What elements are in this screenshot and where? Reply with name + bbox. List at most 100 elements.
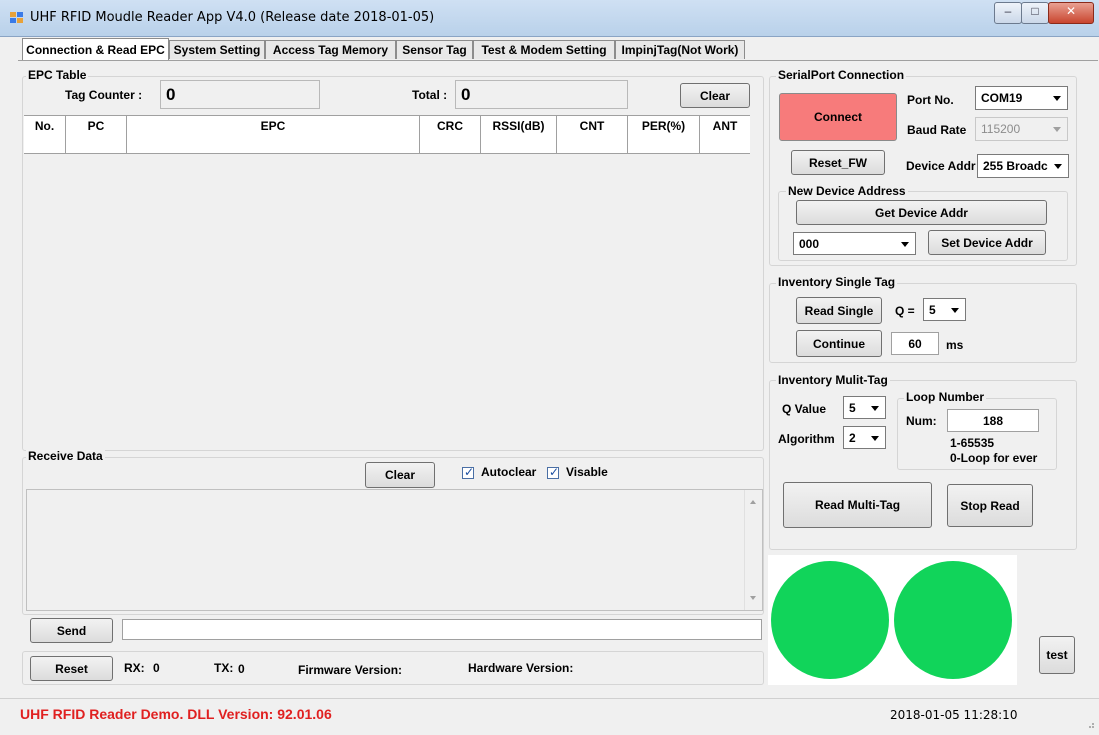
- read-multi-tag-button[interactable]: Read Multi-Tag: [783, 482, 932, 528]
- hardware-version-label: Hardware Version:: [468, 661, 574, 675]
- new-addr-value: 000: [799, 236, 820, 251]
- autoclear-checkbox[interactable]: ✓: [462, 465, 474, 479]
- col-ant[interactable]: ANT: [700, 116, 750, 136]
- reset-fw-button[interactable]: Reset_FW: [791, 150, 885, 175]
- continue-button[interactable]: Continue: [796, 330, 882, 357]
- tx-value: 0: [238, 662, 245, 676]
- device-addr-label: Device Addr: [906, 159, 976, 173]
- read-single-button[interactable]: Read Single: [796, 297, 882, 324]
- set-device-addr-button[interactable]: Set Device Addr: [928, 230, 1046, 255]
- single-q-select[interactable]: 5: [923, 298, 966, 321]
- table-cell: [24, 136, 66, 153]
- close-button[interactable]: ✕: [1048, 2, 1094, 24]
- col-pc[interactable]: PC: [66, 116, 127, 136]
- tx-label: TX:: [214, 661, 234, 675]
- firmware-version-label: Firmware Version:: [298, 663, 403, 677]
- maximize-button[interactable]: □: [1021, 2, 1049, 24]
- dll-version-status: UHF RFID Reader Demo. DLL Version: 92.01…: [20, 706, 332, 722]
- epc-clear-button[interactable]: Clear: [680, 83, 750, 108]
- loop-number-title: Loop Number: [904, 390, 986, 404]
- new-addr-select[interactable]: 000: [793, 232, 916, 255]
- table-cell: [66, 136, 127, 153]
- visable-checkbox[interactable]: ✓: [547, 465, 559, 479]
- epc-table-title: EPC Table: [26, 68, 89, 82]
- port-no-label: Port No.: [907, 93, 954, 107]
- table-cell: [700, 136, 750, 153]
- chevron-down-icon: [1053, 96, 1061, 101]
- status-lamp-right: [894, 561, 1012, 679]
- tab-connection-read-epc[interactable]: Connection & Read EPC: [22, 38, 169, 60]
- port-no-select[interactable]: COM19: [975, 86, 1068, 110]
- col-crc[interactable]: CRC: [420, 116, 481, 136]
- interval-unit-label: ms: [946, 338, 964, 352]
- continue-interval-input[interactable]: 60: [891, 332, 939, 355]
- tag-counter-value: 0: [166, 85, 176, 104]
- receive-scrollbar[interactable]: [744, 490, 762, 610]
- algorithm-select[interactable]: 2: [843, 426, 886, 449]
- resize-grip-icon[interactable]: [1085, 718, 1095, 728]
- new-device-address-title: New Device Address: [786, 184, 908, 198]
- receive-clear-button[interactable]: Clear: [365, 462, 435, 488]
- total-label: Total :: [412, 88, 448, 102]
- total-value: 0: [461, 85, 471, 104]
- col-epc[interactable]: EPC: [127, 116, 420, 136]
- chevron-down-icon: [1054, 164, 1062, 169]
- table-cell: [420, 136, 481, 153]
- autoclear-label: Autoclear: [481, 465, 537, 479]
- num-label: Num:: [906, 414, 937, 428]
- minimize-button[interactable]: –: [994, 2, 1022, 24]
- reset-button[interactable]: Reset: [30, 656, 113, 681]
- send-button[interactable]: Send: [30, 618, 113, 643]
- tab-impinj-tag[interactable]: ImpinjTag(Not Work): [615, 40, 745, 59]
- tab-test-modem-setting[interactable]: Test & Modem Setting: [473, 40, 615, 59]
- device-addr-value: 255 Broadc: [983, 159, 1048, 173]
- rx-label: RX:: [124, 661, 145, 675]
- algorithm-value: 2: [849, 430, 856, 445]
- chevron-down-icon: [901, 241, 909, 247]
- status-datetime: 2018-01-05 11:28:10: [890, 708, 1018, 722]
- baud-rate-label: Baud Rate: [907, 123, 967, 137]
- chevron-down-icon: [871, 405, 879, 411]
- inventory-multi-title: Inventory Mulit-Tag: [776, 373, 890, 387]
- loop-range-text: 1-65535: [950, 436, 995, 450]
- total-display: 0: [455, 80, 628, 109]
- scroll-up-icon[interactable]: [750, 500, 756, 504]
- window-title: UHF RFID Moudle Reader App V4.0 (Release…: [30, 10, 435, 25]
- receive-data-textarea[interactable]: [26, 489, 763, 611]
- port-no-value: COM19: [981, 91, 1023, 105]
- loop-forever-hint: 0-Loop for ever: [950, 451, 1038, 465]
- visable-label: Visable: [566, 465, 608, 479]
- col-per[interactable]: PER(%): [628, 116, 700, 136]
- epc-table-header: No. PC EPC CRC RSSI(dB) CNT PER(%) ANT: [24, 115, 750, 137]
- connect-button[interactable]: Connect: [779, 93, 897, 141]
- tab-system-setting[interactable]: System Setting: [169, 40, 265, 59]
- stop-read-button[interactable]: Stop Read: [947, 484, 1033, 527]
- tag-counter-label: Tag Counter :: [65, 88, 143, 102]
- table-cell: [481, 136, 557, 153]
- q-value-label: Q Value: [782, 402, 827, 416]
- get-device-addr-button[interactable]: Get Device Addr: [796, 200, 1047, 225]
- baud-rate-value: 115200: [981, 122, 1021, 136]
- table-row[interactable]: [24, 136, 750, 154]
- table-cell: [628, 136, 700, 153]
- multi-q-value: 5: [849, 400, 856, 415]
- receive-data-title: Receive Data: [26, 449, 105, 463]
- epc-table[interactable]: No. PC EPC CRC RSSI(dB) CNT PER(%) ANT: [24, 115, 750, 155]
- tab-sensor-tag[interactable]: Sensor Tag: [396, 40, 473, 59]
- baud-rate-select[interactable]: 115200: [975, 117, 1068, 141]
- single-q-value: 5: [929, 302, 936, 317]
- scroll-down-icon[interactable]: [750, 596, 756, 600]
- table-cell: [127, 136, 420, 153]
- test-button[interactable]: test: [1039, 636, 1075, 674]
- loop-num-input[interactable]: 188: [947, 409, 1039, 432]
- chevron-down-icon: [951, 307, 959, 313]
- q-label: Q =: [895, 304, 915, 318]
- col-no[interactable]: No.: [24, 116, 66, 136]
- algorithm-label: Algorithm: [778, 432, 835, 446]
- col-cnt[interactable]: CNT: [557, 116, 628, 136]
- multi-q-select[interactable]: 5: [843, 396, 886, 419]
- col-rssi[interactable]: RSSI(dB): [481, 116, 557, 136]
- device-addr-select[interactable]: 255 Broadc: [977, 154, 1069, 178]
- tab-access-tag-memory[interactable]: Access Tag Memory: [265, 40, 396, 59]
- send-input[interactable]: [122, 619, 762, 640]
